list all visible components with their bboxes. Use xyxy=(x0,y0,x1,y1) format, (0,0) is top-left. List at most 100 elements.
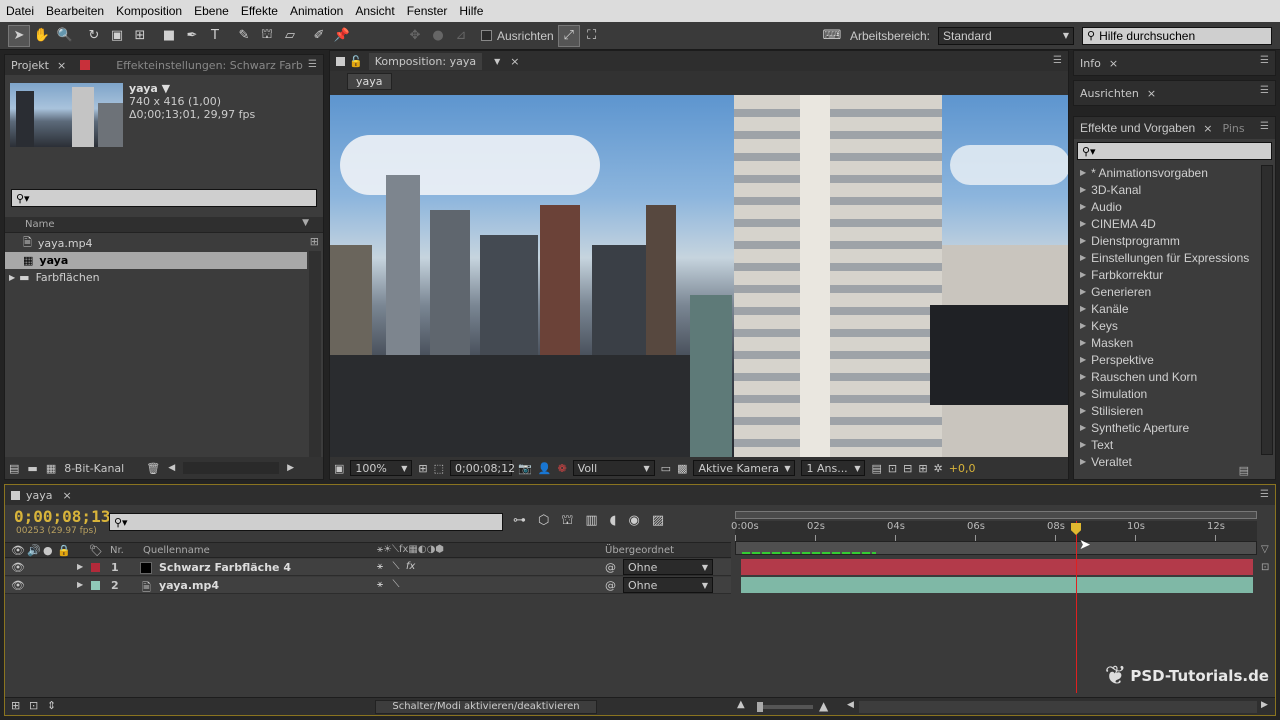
layer-label-color[interactable] xyxy=(91,563,100,572)
tab-align[interactable]: Ausrichten xyxy=(1080,87,1139,100)
list-item[interactable]: ▶ Audio xyxy=(1074,198,1260,215)
menu-effekte[interactable]: Effekte xyxy=(235,4,284,18)
zoom-out-icon[interactable]: ▲ xyxy=(737,699,745,710)
column-name[interactable]: Name xyxy=(25,219,55,230)
trash-icon[interactable]: 🗑 xyxy=(146,462,160,475)
draft-3d-icon[interactable]: ⬡ xyxy=(538,513,549,530)
list-item[interactable]: ▶ Synthetic Aperture xyxy=(1074,419,1260,436)
menu-ansicht[interactable]: Ansicht xyxy=(349,4,400,18)
parent-pick-whip-icon[interactable]: @ xyxy=(605,561,616,574)
selection-tool-icon[interactable]: ➤ xyxy=(8,24,30,47)
mini-flowchart-icon[interactable]: ⊶ xyxy=(513,513,526,530)
current-time-display[interactable]: 0;00;08;12 xyxy=(450,460,515,476)
list-item[interactable]: ▶ 3D-Kanal xyxy=(1074,181,1260,198)
views-select[interactable]: 1 Ans... ▼ xyxy=(801,460,866,476)
scroll-left-icon[interactable]: ◀ xyxy=(168,463,175,473)
close-icon[interactable]: × xyxy=(1203,122,1212,135)
scroll-right-icon[interactable]: ▶ xyxy=(287,463,294,473)
list-item[interactable]: ▶ Dienstprogramm xyxy=(1074,232,1260,249)
resolution-select[interactable]: Voll ▼ xyxy=(572,460,655,476)
timeline-timecode[interactable]: 0;00;08;13 xyxy=(14,507,110,526)
camera-tool-icon[interactable]: ▣ xyxy=(106,25,128,47)
safe-zones-icon[interactable]: ⊞ xyxy=(418,462,427,475)
work-area-bar[interactable] xyxy=(735,511,1257,519)
panel-menu-icon[interactable]: ☰ xyxy=(1053,55,1062,66)
solo-icon[interactable]: ● xyxy=(43,544,53,557)
list-item[interactable]: ▶ Einstellungen für Expressions xyxy=(1074,249,1260,266)
chevron-down-icon[interactable]: ▼ xyxy=(494,57,500,66)
puppet-tool-icon[interactable]: 📌 xyxy=(331,25,353,47)
zoom-select[interactable]: 100% ▼ xyxy=(350,460,413,476)
eye-icon[interactable]: 👁 xyxy=(11,544,25,557)
layer-name[interactable]: yaya.mp4 xyxy=(159,579,219,592)
mask-visibility-icon[interactable]: ⬚ xyxy=(434,462,444,475)
hide-shy-layers-icon[interactable]: ⛫ xyxy=(561,513,573,530)
transparency-grid-icon[interactable]: ▩ xyxy=(677,462,687,475)
tab-effect-controls[interactable]: Effekteinstellungen: Schwarz Farb xyxy=(116,59,303,72)
timeline-search-input[interactable]: ⚲▾ xyxy=(109,513,503,531)
layer-marker-icon[interactable]: ⊡ xyxy=(1261,559,1269,577)
panel-menu-icon[interactable]: ☰ xyxy=(1260,489,1269,500)
scroll-right-icon[interactable]: ▶ xyxy=(1261,700,1268,710)
layer-name[interactable]: Schwarz Farbfläche 4 xyxy=(159,561,291,574)
new-preset-icon[interactable]: ▤ xyxy=(1239,464,1249,477)
list-item[interactable]: ▶ Text xyxy=(1074,436,1260,453)
new-folder-icon[interactable]: ▬ xyxy=(27,462,37,475)
pen-tool-icon[interactable]: ✒ xyxy=(181,25,203,47)
text-tool-icon[interactable]: T xyxy=(204,25,226,47)
clone-stamp-tool-icon[interactable]: ⛫ xyxy=(256,25,278,47)
close-icon[interactable]: × xyxy=(1109,57,1118,70)
zoom-in-icon[interactable]: ▲ xyxy=(819,699,828,713)
roto-brush-tool-icon[interactable]: ✐ xyxy=(308,25,330,47)
layer-switches[interactable]: ⚹ ⟍ xyxy=(377,579,400,590)
expand-stretch-icon[interactable]: ⇕ xyxy=(47,699,56,712)
toggle-pixel-aspect-icon[interactable]: ▤ xyxy=(871,462,881,475)
list-item[interactable]: ▶ * Animationsvorgaben xyxy=(1074,164,1260,181)
workspace-select[interactable]: Standard ▼ xyxy=(938,26,1074,45)
project-scrollbar[interactable] xyxy=(309,251,321,459)
layer-label-color[interactable] xyxy=(91,581,100,590)
comp-marker-bin-icon[interactable]: ▽ xyxy=(1261,541,1269,559)
panel-menu-icon[interactable]: ☰ xyxy=(1260,85,1269,96)
list-item[interactable]: ▶ ▬ Farbflächen xyxy=(5,269,307,286)
menu-fenster[interactable]: Fenster xyxy=(401,4,454,18)
brush-tool-icon[interactable]: ✎ xyxy=(233,25,255,47)
pan-behind-tool-icon[interactable]: ⊞ xyxy=(129,25,151,47)
list-item[interactable]: ▶ Perspektive xyxy=(1074,351,1260,368)
layer-duration-bar[interactable] xyxy=(741,559,1253,575)
flowchart-icon[interactable]: ⊞ xyxy=(918,462,927,475)
align-checkbox[interactable] xyxy=(481,30,492,41)
sort-icon[interactable]: ▼ xyxy=(302,218,309,228)
parent-select[interactable]: Ohne ▼ xyxy=(623,577,713,593)
effects-search-input[interactable]: ⚲▾ xyxy=(1077,142,1272,160)
tab-timeline-yaya[interactable]: yaya xyxy=(26,489,53,502)
close-icon[interactable]: × xyxy=(510,55,519,68)
list-item[interactable]: ▶ CINEMA 4D xyxy=(1074,215,1260,232)
parent-pick-whip-icon[interactable]: @ xyxy=(605,579,616,592)
tab-composition[interactable]: Komposition: yaya xyxy=(368,52,483,70)
effects-scrollbar[interactable] xyxy=(1261,165,1273,455)
axis-mode-icon[interactable]: ✥ xyxy=(404,25,426,47)
toggle-switches-modes-button[interactable]: Schalter/Modi aktivieren/deaktivieren xyxy=(375,700,597,714)
close-icon[interactable]: × xyxy=(63,489,72,502)
camera-select[interactable]: Aktive Kamera ▼ xyxy=(693,460,796,476)
panel-menu-icon[interactable]: ☰ xyxy=(1260,55,1269,66)
table-row[interactable]: 👁 ▶ 1 Schwarz Farbfläche 4 ⚹ ⟍ fx @ Ohne… xyxy=(5,559,731,576)
menu-komposition[interactable]: Komposition xyxy=(110,4,188,18)
list-item[interactable]: ▶ Kanäle xyxy=(1074,300,1260,317)
list-item[interactable]: ▶ Veraltet xyxy=(1074,453,1260,470)
eye-icon[interactable]: 👁 xyxy=(11,579,25,592)
list-item[interactable]: 🗎 yaya.mp4 xyxy=(5,235,307,252)
menu-bearbeiten[interactable]: Bearbeiten xyxy=(40,4,110,18)
list-item[interactable]: ▶ Masken xyxy=(1074,334,1260,351)
expand-modes-icon[interactable]: ⊡ xyxy=(29,699,38,712)
hand-tool-icon[interactable]: ✋ xyxy=(31,25,53,47)
expand-triangle-icon[interactable]: ▶ xyxy=(77,580,83,589)
parent-select[interactable]: Ohne ▼ xyxy=(623,559,713,575)
close-icon[interactable]: × xyxy=(1147,87,1156,100)
zoom-slider-handle[interactable] xyxy=(757,702,763,712)
frame-blending-icon[interactable]: ▥ xyxy=(585,513,597,530)
interpret-footage-icon[interactable]: ▤ xyxy=(9,462,19,475)
horizontal-scrollbar[interactable] xyxy=(859,701,1257,713)
label-icon[interactable]: 🏷 xyxy=(89,544,103,557)
